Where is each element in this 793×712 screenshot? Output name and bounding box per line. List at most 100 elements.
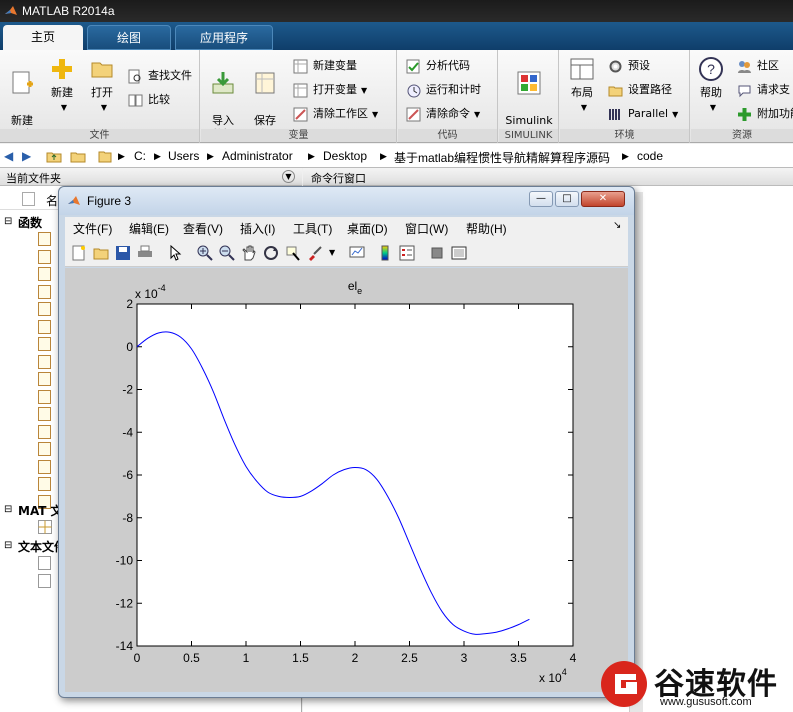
menu-file[interactable]: 文件(F)	[73, 220, 112, 237]
plus-icon	[738, 108, 751, 121]
close-button[interactable]: ✕	[581, 191, 625, 207]
dock-arrow-icon[interactable]: ↘	[613, 220, 621, 231]
x-tick-label: 2	[352, 651, 359, 665]
brush-dropdown-icon[interactable]: ▼	[329, 248, 335, 257]
m-file-icon[interactable]	[38, 354, 51, 369]
text-file-icon[interactable]	[38, 574, 51, 588]
m-file-icon[interactable]	[38, 442, 51, 456]
root-folder-icon	[98, 151, 112, 163]
tab-plots[interactable]: 绘图	[87, 25, 171, 50]
collapse-mat-icon[interactable]: ⊟	[4, 504, 12, 515]
axes-background[interactable]	[136, 303, 574, 647]
menu-help[interactable]: 帮助(H)	[466, 220, 507, 237]
data-cursor-icon[interactable]	[285, 245, 301, 261]
save-icon[interactable]	[115, 245, 131, 261]
mat-file-icon[interactable]	[38, 520, 52, 534]
open-file-icon[interactable]	[93, 245, 109, 261]
menu-insert[interactable]: 插入(I)	[240, 220, 275, 237]
open-button[interactable]: 打开 ▼	[82, 56, 122, 115]
pointer-icon[interactable]	[167, 245, 183, 261]
new-variable-button[interactable]: 新建变量	[293, 56, 357, 76]
group-resources-label: 资源	[691, 129, 793, 142]
compare-button[interactable]: 比较	[128, 90, 170, 110]
set-path-button[interactable]: 设置路径	[608, 80, 672, 100]
m-file-icon[interactable]	[38, 407, 51, 421]
brush-icon[interactable]	[307, 245, 323, 261]
file-column-icon	[22, 192, 35, 206]
menu-view[interactable]: 查看(V)	[183, 220, 223, 237]
m-file-icon[interactable]	[38, 389, 51, 404]
chart-title-subscript: e	[357, 286, 362, 296]
x-tick-label: 1.5	[292, 651, 309, 665]
open-variable-button[interactable]: 打开变量 ▼	[293, 80, 367, 100]
figure-canvas[interactable]: 0 0.5 1 1.5 2 2.5 3 3.5 4 2 0 -2 -4 -6 -8 -10 -12 -14 ele…	[65, 268, 628, 692]
m-file-icon[interactable]	[38, 232, 51, 246]
m-file-icon[interactable]	[38, 267, 51, 281]
menu-desktop[interactable]: 桌面(D)	[347, 220, 388, 237]
browse-folder-icon[interactable]	[70, 148, 86, 164]
rotate-3d-icon[interactable]	[263, 245, 279, 261]
text-file-icon[interactable]	[38, 556, 51, 570]
parallel-button[interactable]: Parallel ▼	[608, 104, 678, 124]
hide-plot-tools-icon[interactable]	[429, 245, 445, 261]
m-file-icon[interactable]	[38, 319, 51, 334]
analyze-code-button[interactable]: 分析代码	[406, 56, 470, 76]
m-file-icon[interactable]	[38, 459, 51, 474]
figure-menubar: 文件(F) 编辑(E) 查看(V) 插入(I) 工具(T) 桌面(D) 窗口(W…	[65, 217, 628, 239]
breadcrumb-users[interactable]: Users	[168, 149, 199, 163]
menu-window[interactable]: 窗口(W)	[405, 220, 448, 237]
menu-edit[interactable]: 编辑(E)	[129, 220, 169, 237]
collapse-text-icon[interactable]: ⊟	[4, 540, 12, 551]
find-files-button[interactable]: 查找文件	[128, 66, 192, 86]
back-arrow-icon[interactable]: ◀	[4, 149, 13, 163]
show-plot-tools-icon[interactable]	[451, 245, 467, 261]
address-bar: ◀ ▶ ▶ C: ▶ Users ▶ Administrator ▶ Deskt…	[0, 144, 793, 168]
new-figure-icon[interactable]	[71, 245, 87, 261]
new-button[interactable]: 新建 ▼	[42, 56, 82, 115]
pan-hand-icon[interactable]	[241, 245, 257, 261]
m-file-icon[interactable]	[38, 477, 51, 491]
community-button[interactable]: 社区	[737, 56, 779, 76]
m-file-icon[interactable]	[38, 249, 51, 264]
up-folder-icon[interactable]	[46, 148, 62, 164]
preferences-button[interactable]: 预设	[608, 56, 650, 76]
addons-button[interactable]: 附加功能	[737, 104, 793, 124]
breadcrumb-code[interactable]: code	[637, 149, 663, 163]
breadcrumb-project-folder[interactable]: 基于matlab编程惯性导航精解算程序源码	[394, 149, 610, 166]
command-window-header: 命令行窗口	[303, 168, 793, 186]
minimize-button[interactable]: —	[529, 191, 553, 207]
help-button[interactable]: ? 帮助 ▼	[691, 56, 731, 115]
m-file-icon[interactable]	[38, 302, 51, 316]
chevron-down-icon: ▼	[60, 103, 68, 112]
m-file-icon[interactable]	[38, 337, 51, 351]
m-file-icon[interactable]	[38, 372, 51, 386]
colorbar-icon[interactable]	[377, 245, 393, 261]
legend-icon[interactable]	[399, 245, 415, 261]
tab-apps[interactable]: 应用程序	[175, 25, 273, 50]
zoom-in-icon[interactable]	[197, 245, 213, 261]
clear-workspace-button[interactable]: 清除工作区 ▼	[293, 104, 378, 124]
clear-commands-label: 清除命令	[426, 107, 470, 120]
tab-home[interactable]: 主页	[3, 25, 83, 50]
figure-titlebar[interactable]: Figure 3 — □ ✕	[59, 187, 634, 215]
menu-tools[interactable]: 工具(T)	[293, 220, 332, 237]
x-multiplier-base: x 10	[539, 671, 562, 685]
breadcrumb-c[interactable]: C:	[134, 149, 146, 163]
collapse-functions-icon[interactable]: ⊟	[4, 216, 12, 227]
maximize-button[interactable]: □	[555, 191, 579, 207]
name-column-label[interactable]: 名	[46, 192, 58, 209]
print-icon[interactable]	[137, 245, 153, 261]
m-file-icon[interactable]	[38, 284, 51, 299]
link-plot-icon[interactable]	[349, 245, 365, 261]
breadcrumb-desktop[interactable]: Desktop	[323, 149, 367, 163]
panel-menu-icon[interactable]: ▼	[282, 170, 295, 183]
clear-commands-button[interactable]: 清除命令 ▼	[406, 104, 480, 124]
zoom-out-icon[interactable]	[219, 245, 235, 261]
run-time-button[interactable]: 运行和计时	[406, 80, 481, 100]
m-file-icon[interactable]	[38, 424, 51, 439]
forward-arrow-icon[interactable]: ▶	[22, 149, 31, 163]
layout-button[interactable]: 布局 ▼	[562, 56, 602, 115]
request-support-button[interactable]: 请求支	[737, 80, 790, 100]
breadcrumb-administrator[interactable]: Administrator	[222, 149, 293, 163]
figure-window[interactable]: Figure 3 — □ ✕ 文件(F) 编辑(E) 查看(V) 插入(I) 工…	[58, 186, 635, 698]
